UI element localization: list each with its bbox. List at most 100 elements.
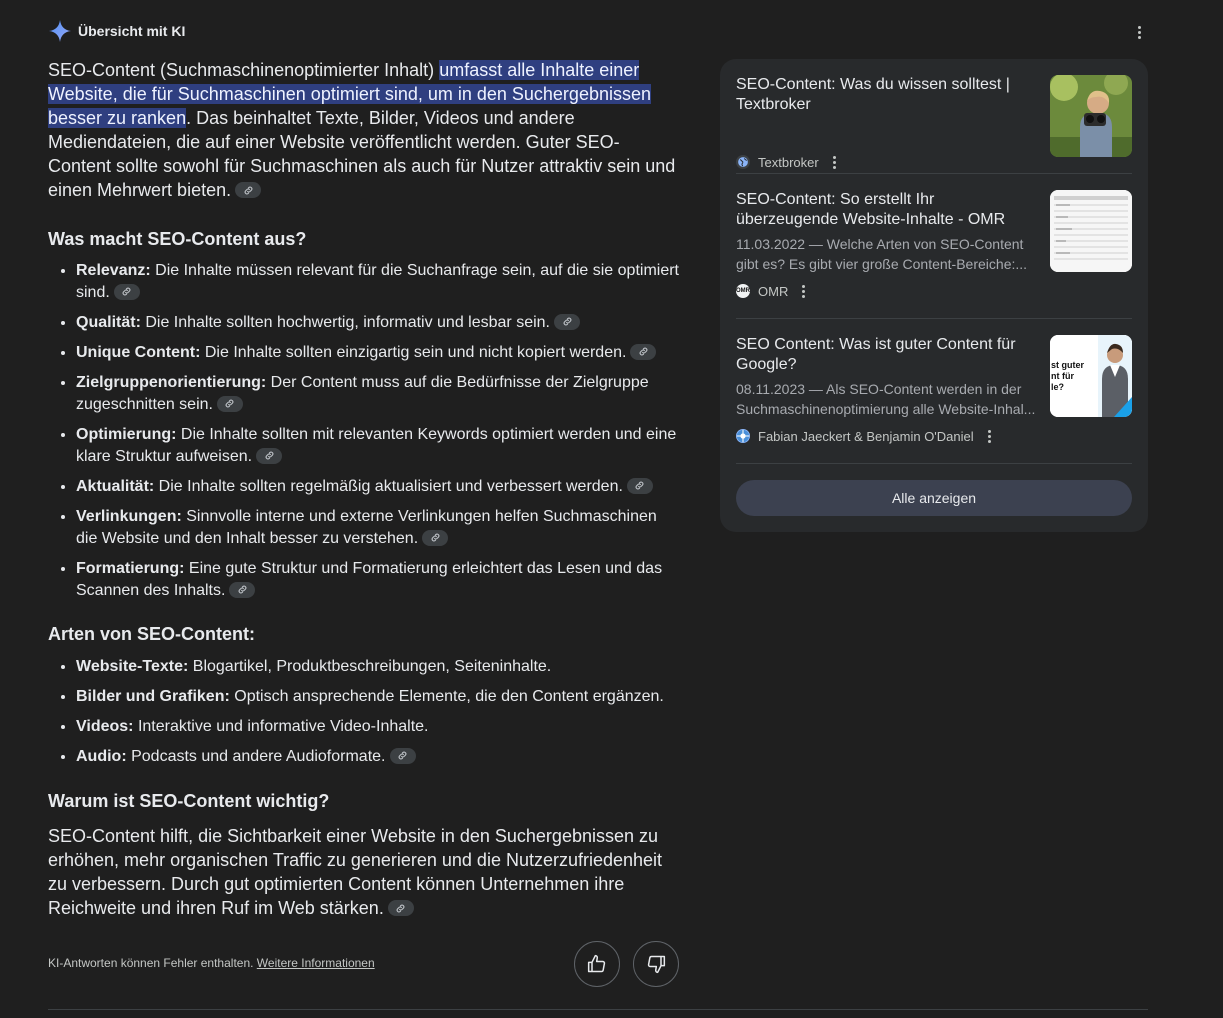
summary-paragraph: SEO-Content hilft, die Sichtbarkeit eine… [48, 824, 680, 920]
thumbs-down-button[interactable] [633, 941, 679, 987]
types-list: Website-Texte: Blogartikel, Produktbesch… [48, 656, 680, 768]
summary-text: SEO-Content hilft, die Sichtbarkeit eine… [48, 826, 663, 918]
source-card-site: Fabian Jaeckert & Benjamin O'Daniel [736, 426, 993, 446]
divider [736, 463, 1132, 464]
list-item-text: Blogartikel, Produktbeschreibungen, Seit… [188, 658, 552, 675]
list-item-text: Die Inhalte sollten einzigartig sein und… [200, 344, 627, 361]
omr-icon: OMR [736, 284, 750, 298]
list-item: Bilder und Grafiken: Optisch ansprechend… [76, 686, 680, 708]
list-item: Zielgruppenorientierung: Der Content mus… [76, 372, 680, 416]
section-heading: Warum ist SEO-Content wichtig? [48, 791, 330, 811]
gemini-sparkle-icon [49, 20, 71, 42]
source-link-icon[interactable] [422, 529, 449, 546]
list-item: Verlinkungen: Sinnvolle interne und exte… [76, 506, 680, 550]
source-name: OMR [758, 283, 789, 299]
list-item: Formatierung: Eine gute Struktur und For… [76, 558, 680, 602]
source-card[interactable]: SEO-Content: So erstellt Ihr überzeugend… [736, 190, 1132, 302]
ai-overview-header: Übersicht mit KI [48, 18, 185, 44]
thumbnail-text-line: le? [1051, 382, 1065, 392]
list-item: Qualität: Die Inhalte sollten hochwertig… [76, 312, 680, 334]
show-all-button[interactable]: Alle anzeigen [736, 480, 1132, 516]
divider [736, 173, 1132, 174]
source-link-icon[interactable] [630, 343, 657, 360]
header-title: Übersicht mit KI [78, 23, 186, 39]
list-item-term: Qualität: [76, 314, 141, 331]
source-card[interactable]: SEO-Content: Was du wissen solltest | Te… [736, 75, 1132, 173]
intro-text: SEO-Content (Suchmaschinenoptimierter In… [48, 60, 440, 80]
divider [736, 318, 1132, 319]
source-name: Textbroker [758, 154, 819, 170]
snippet-line: gibt es? Es gibt vier große Content-Bere… [736, 256, 1028, 272]
card-more-icon[interactable] [831, 154, 838, 171]
list-item-text: Interaktive und informative Video-Inhalt… [133, 718, 429, 735]
source-card-site: Textbroker [736, 152, 838, 172]
section-heading: Was macht SEO-Content aus? [48, 229, 307, 249]
list-item-text: Podcasts und andere Audioformate. [126, 748, 386, 765]
thumbs-up-button[interactable] [574, 941, 620, 987]
thumbnail-image [1050, 75, 1132, 157]
source-card-site: OMR OMR [736, 281, 807, 301]
disclaimer-text: KI-Antworten können Fehler enthalten. [48, 956, 257, 970]
list-item: Website-Texte: Blogartikel, Produktbesch… [76, 656, 680, 678]
list-item-term: Audio: [76, 748, 127, 765]
list-item-term: Relevanz: [76, 262, 151, 279]
list-item: Unique Content: Die Inhalte sollten einz… [76, 342, 680, 364]
list-item-text: Die Inhalte sollten regelmäßig aktualisi… [154, 478, 623, 495]
list-item: Audio: Podcasts und andere Audioformate. [76, 746, 680, 768]
list-item-term: Website-Texte: [76, 658, 189, 675]
list-item-term: Bilder und Grafiken: [76, 688, 230, 705]
list-item-term: Optimierung: [76, 426, 177, 443]
source-link-icon[interactable] [235, 182, 262, 199]
globe-icon [736, 155, 750, 169]
list-item-term: Videos: [76, 718, 134, 735]
source-card-title[interactable]: SEO Content: Was ist guter Content für G… [736, 335, 1026, 375]
snippet-line: 11.03.2022 — Welche Arten von SEO-Conten… [736, 236, 1024, 252]
source-link-icon[interactable] [387, 900, 414, 917]
thumbnail-image [1050, 190, 1132, 272]
list-item-term: Zielgruppenorientierung: [76, 374, 267, 391]
source-card-snippet: 11.03.2022 — Welche Arten von SEO-Conten… [736, 234, 1036, 274]
source-link-icon[interactable] [554, 313, 580, 330]
divider [48, 1009, 1148, 1010]
list-item-text: Optisch ansprechende Elemente, die den C… [229, 688, 664, 705]
thumbnail-text: st guter nt für le? [1051, 360, 1084, 393]
source-link-icon[interactable] [256, 447, 283, 464]
source-link-icon[interactable] [626, 477, 653, 494]
list-item: Aktualität: Die Inhalte sollten regelmäß… [76, 476, 680, 498]
source-link-icon[interactable] [113, 283, 140, 300]
thumbnail-text-line: st guter [1051, 360, 1085, 370]
source-link-icon[interactable] [229, 581, 256, 598]
list-item-term: Formatierung: [76, 560, 185, 577]
source-card-title[interactable]: SEO-Content: Was du wissen solltest | Te… [736, 75, 1026, 115]
snippet-line: 08.11.2023 — Als SEO-Content werden in d… [736, 381, 1022, 397]
source-link-icon[interactable] [389, 747, 416, 764]
source-card-title[interactable]: SEO-Content: So erstellt Ihr überzeugend… [736, 190, 1026, 230]
card-more-icon[interactable] [800, 283, 807, 300]
list-item-term: Aktualität: [76, 478, 155, 495]
source-card-snippet: 08.11.2023 — Als SEO-Content werden in d… [736, 379, 1036, 419]
source-link-icon[interactable] [216, 395, 243, 412]
thumbnail-image: st guter nt für le? [1050, 335, 1132, 417]
list-item-term: Unique Content: [76, 344, 201, 361]
list-item: Optimierung: Die Inhalte sollten mit rel… [76, 424, 680, 468]
list-item: Videos: Interaktive und informative Vide… [76, 716, 680, 738]
list-item-term: Verlinkungen: [76, 508, 182, 525]
more-info-link[interactable]: Weitere Informationen [257, 956, 375, 970]
list-item-text: Die Inhalte sollten hochwertig, informat… [140, 314, 550, 331]
disclaimer: KI-Antworten können Fehler enthalten. We… [48, 956, 375, 970]
ai-answer: SEO-Content (Suchmaschinenoptimierter In… [48, 58, 680, 920]
more-options-icon[interactable] [1130, 22, 1148, 42]
feature-list: Relevanz: Die Inhalte müssen relevant fü… [48, 260, 680, 602]
sources-panel: SEO-Content: Was du wissen solltest | Te… [720, 59, 1148, 532]
thumbnail-text-line: nt für [1051, 371, 1074, 381]
source-name: Fabian Jaeckert & Benjamin O'Daniel [758, 428, 974, 444]
list-item: Relevanz: Die Inhalte müssen relevant fü… [76, 260, 680, 304]
intro-paragraph: SEO-Content (Suchmaschinenoptimierter In… [48, 58, 680, 202]
source-card[interactable]: SEO Content: Was ist guter Content für G… [736, 335, 1132, 447]
thumbs-up-icon [587, 954, 606, 973]
section-heading: Arten von SEO-Content: [48, 624, 255, 644]
snippet-line: Suchmaschinenoptimierung alle Website-In… [736, 401, 1036, 417]
list-item-text: Die Inhalte müssen relevant für die Such… [76, 262, 679, 301]
card-more-icon[interactable] [986, 428, 993, 445]
site-icon [736, 429, 750, 443]
